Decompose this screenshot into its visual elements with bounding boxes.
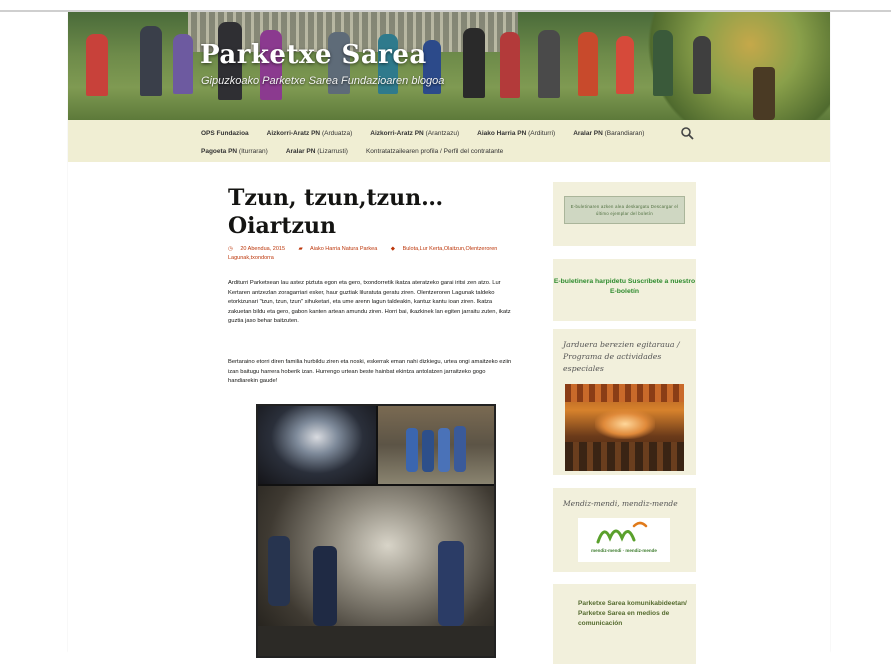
banner-tree-trunk xyxy=(753,67,775,120)
banner-hiker xyxy=(616,36,634,94)
mendiz-mendi-logo-text: mendiz-mendi · mendiz-mende xyxy=(591,548,657,553)
download-bulletin-banner[interactable]: E-buletinaren azken alea deskargatu Desc… xyxy=(564,196,685,224)
nav-item-aizkorri-arantzazu[interactable]: Aizkorri-Aratz PN (Arantzazu) xyxy=(370,130,459,137)
post-photo-collage[interactable] xyxy=(256,404,496,658)
main-navigation: OPS Fundazioa Aizkorri-Aratz PN (Arduatz… xyxy=(68,120,830,162)
nav-item-kontratatzailearen-profila[interactable]: Kontratatzailearen profila / Perfil del … xyxy=(366,148,503,155)
banner-hiker xyxy=(463,28,485,98)
post-meta: ◷ 20 Abendua, 2015 ▰ Aiako Harria Natura… xyxy=(228,245,528,263)
widget-media: Parketxe Sarea komunikabideetan/ Parketx… xyxy=(553,584,696,664)
banner-hiker xyxy=(578,32,598,96)
banner-hiker xyxy=(538,30,560,98)
nav-item-aralar-barandiaran[interactable]: Aralar PN (Barandiaran) xyxy=(573,130,644,137)
nav-row-1: OPS Fundazioa Aizkorri-Aratz PN (Arduatz… xyxy=(201,130,662,137)
widget-special-activities: Jarduera berezien egitaraua / Programa d… xyxy=(553,329,696,475)
widget-mendiz-mendi: Mendiz-mendi, mendiz-mende mendiz-mendi … xyxy=(553,488,696,572)
nav-item-pagoeta[interactable]: Pagoeta PN (Iturraran) xyxy=(201,148,268,155)
nav-item-ops-fundazioa[interactable]: OPS Fundazioa xyxy=(201,130,249,137)
photo-group xyxy=(378,406,494,484)
banner-hiker xyxy=(500,32,520,98)
site-description: Gipuzkoako Parketxe Sarea Fundazioaren b… xyxy=(201,75,445,87)
media-link[interactable]: Parketxe Sarea komunikabideetan/ Parketx… xyxy=(578,599,688,629)
post-category[interactable]: ▰ Aiako Harria Natura Parkea xyxy=(299,246,384,252)
header-banner[interactable]: Parketxe Sarea Gipuzkoako Parketxe Sarea… xyxy=(68,12,830,120)
widget-subscribe: E-buletinera harpidetu Suscríbete a nues… xyxy=(553,259,696,321)
subscribe-link[interactable]: E-buletinera harpidetu Suscríbete a nues… xyxy=(553,277,696,297)
special-activities-image[interactable] xyxy=(565,384,684,471)
site-title[interactable]: Parketxe Sarea xyxy=(200,40,427,70)
nav-item-aiako-harria[interactable]: Aiako Harria PN (Arditurri) xyxy=(477,130,555,137)
post-paragraph: Bertaraino etorri diren familia hurbildu… xyxy=(228,359,512,384)
nav-row-2: Pagoeta PN (Iturraran) Aralar PN (Lizarr… xyxy=(201,148,521,155)
banner-hiker xyxy=(653,30,673,96)
nav-item-aizkorri-arduatza[interactable]: Aizkorri-Aratz PN (Arduatza) xyxy=(267,130,353,137)
page-container: Parketxe Sarea Gipuzkoako Parketxe Sarea… xyxy=(68,12,830,664)
banner-hiker xyxy=(693,36,711,94)
banner-hiker xyxy=(140,26,162,96)
mendiz-mendi-logo-mark xyxy=(596,521,648,544)
special-activities-title: Jarduera berezien egitaraua / Programa d… xyxy=(563,340,680,373)
post-paragraph: Arditurri Parketxean lau astez piztuta e… xyxy=(228,280,511,324)
post-date[interactable]: ◷ 20 Abendua, 2015 xyxy=(228,246,291,252)
mendiz-mendi-logo[interactable]: mendiz-mendi · mendiz-mende xyxy=(578,518,670,562)
folder-icon: ▰ xyxy=(298,246,303,252)
clock-icon: ◷ xyxy=(228,246,233,252)
tag-icon: ◆ xyxy=(390,246,396,252)
content-area: Tzun, tzun,tzun… Oiartzun ◷ 20 Abendua, … xyxy=(68,162,830,662)
banner-hiker xyxy=(173,34,193,94)
post-title[interactable]: Tzun, tzun,tzun… Oiartzun xyxy=(228,184,478,240)
nav-item-aralar-lizarrusti[interactable]: Aralar PN (Lizarrusti) xyxy=(286,148,348,155)
search-icon[interactable] xyxy=(680,126,694,140)
photo-cave-crowd xyxy=(258,406,376,484)
mendiz-mendi-title: Mendiz-mendi, mendiz-mende xyxy=(563,499,678,508)
photo-charcoal-workers xyxy=(258,486,494,656)
widget-download-bulletin: E-buletinaren azken alea deskargatu Desc… xyxy=(553,182,696,246)
banner-hiker xyxy=(86,34,108,96)
